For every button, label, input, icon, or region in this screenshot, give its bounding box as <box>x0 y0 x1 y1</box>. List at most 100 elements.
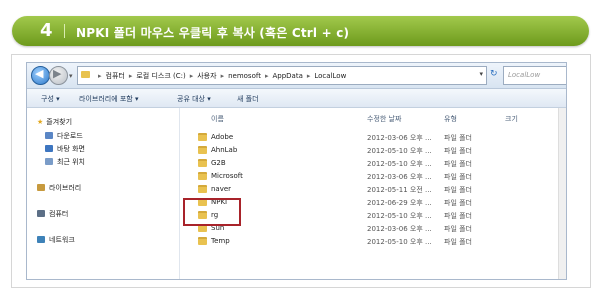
navigation-pane: ★ 즐겨찾기 다운로드 바탕 화면 최근 위치 라이브러리 컴퓨터 네트워크 <box>27 108 180 279</box>
breadcrumb-item[interactable]: 컴퓨터 <box>106 72 125 80</box>
file-date: 2012-03-06 오후 ... <box>367 173 432 181</box>
nav-label: 라이브러리 <box>49 184 82 192</box>
file-row[interactable]: Temp 2012-05-10 오후 ... 파일 폴더 <box>180 235 566 248</box>
nav-downloads[interactable]: 다운로드 <box>45 131 83 141</box>
address-field[interactable]: ▸ 컴퓨터 ▸ 로컬 디스크 (C:) ▸ 사용자 ▸ nemosoft ▸ AppData ▸ Lo… <box>77 66 487 85</box>
folder-icon <box>198 172 207 180</box>
file-type: 파일 폴더 <box>444 147 472 155</box>
file-row[interactable]: G2B 2012-05-10 오후 ... 파일 폴더 <box>180 157 566 170</box>
address-bar: ◀ ▶ ▾ ▸ 컴퓨터 ▸ 로컬 디스크 (C:) ▸ 사용자 ▸ nemosoft ▸ AppD… <box>27 63 566 89</box>
step-title: NPKI 폴더 마우스 우클릭 후 복사 (혹은 Ctrl + c) <box>76 26 350 40</box>
file-type: 파일 폴더 <box>444 186 472 194</box>
include-in-library-button[interactable]: 라이브러리에 포함 ▾ <box>79 94 138 104</box>
command-bar: 구성 ▾ 라이브러리에 포함 ▾ 공유 대상 ▾ 새 폴더 <box>27 89 566 108</box>
file-date: 2012-05-10 오후 ... <box>367 147 432 155</box>
nav-libraries[interactable]: 라이브러리 <box>37 183 81 193</box>
file-name: Microsoft <box>211 172 243 180</box>
file-list: 이름 수정한 날짜 유형 크기 Adobe 2012-03-06 오후 ... … <box>180 108 566 279</box>
breadcrumb-item[interactable]: AppData <box>272 72 302 80</box>
breadcrumb-item[interactable]: nemosoft <box>228 72 261 80</box>
step-number: 4 <box>40 20 53 41</box>
folder-icon <box>198 159 207 167</box>
chevron-icon: ▸ <box>220 72 225 80</box>
file-date: 2012-03-06 오후 ... <box>367 225 432 233</box>
breadcrumb-item[interactable]: 사용자 <box>197 72 216 80</box>
file-type: 파일 폴더 <box>444 212 472 220</box>
folder-icon <box>198 237 207 245</box>
nav-label: 네트워크 <box>49 236 75 244</box>
file-type: 파일 폴더 <box>444 225 472 233</box>
folder-icon <box>198 185 207 193</box>
column-header-type[interactable]: 유형 <box>444 114 457 124</box>
nav-computer[interactable]: 컴퓨터 <box>37 209 68 219</box>
nav-label: 즐겨찾기 <box>46 118 73 126</box>
folder-icon <box>198 133 207 141</box>
file-name: AhnLab <box>211 146 238 154</box>
file-name: Temp <box>211 237 230 245</box>
file-type: 파일 폴더 <box>444 134 472 142</box>
file-date: 2012-05-10 오후 ... <box>367 212 432 220</box>
chevron-icon: ▸ <box>128 72 133 80</box>
address-dropdown-icon[interactable]: ▾ <box>479 70 483 78</box>
folder-icon <box>198 146 207 154</box>
file-name: G2B <box>211 159 226 167</box>
nav-recent-places[interactable]: 최근 위치 <box>45 157 85 167</box>
new-folder-button[interactable]: 새 폴더 <box>237 94 259 104</box>
column-header-name[interactable]: 이름 <box>211 114 224 124</box>
file-date: 2012-03-06 오후 ... <box>367 134 432 142</box>
file-row[interactable]: Adobe 2012-03-06 오후 ... 파일 폴더 <box>180 131 566 144</box>
breadcrumb-item[interactable]: LocalLow <box>314 72 346 80</box>
recent-pages-dropdown[interactable]: ▾ <box>69 72 73 80</box>
file-type: 파일 폴더 <box>444 173 472 181</box>
column-header-size[interactable]: 크기 <box>505 114 518 124</box>
file-name: naver <box>211 185 232 193</box>
refresh-icon[interactable]: ↻ <box>490 69 498 79</box>
nav-label: 다운로드 <box>57 132 83 140</box>
recent-places-icon <box>45 158 53 165</box>
file-date: 2012-06-29 오후 ... <box>367 199 432 207</box>
library-icon <box>37 184 45 191</box>
file-type: 파일 폴더 <box>444 160 472 168</box>
downloads-icon <box>45 132 53 139</box>
nav-label: 최근 위치 <box>57 158 85 166</box>
back-arrow-icon: ◀ <box>35 67 44 80</box>
nav-network[interactable]: 네트워크 <box>37 235 75 245</box>
folder-icon <box>81 71 90 78</box>
chevron-icon: ▸ <box>264 72 269 80</box>
network-icon <box>37 236 45 243</box>
nav-label: 컴퓨터 <box>49 210 69 218</box>
file-type: 파일 폴더 <box>444 199 472 207</box>
desktop-icon <box>45 145 53 152</box>
file-row[interactable]: AhnLab 2012-05-10 오후 ... 파일 폴더 <box>180 144 566 157</box>
share-with-button[interactable]: 공유 대상 ▾ <box>177 94 211 104</box>
explorer-window: ◀ ▶ ▾ ▸ 컴퓨터 ▸ 로컬 디스크 (C:) ▸ 사용자 ▸ nemosoft ▸ AppD… <box>26 62 567 280</box>
vertical-scrollbar[interactable] <box>558 108 566 279</box>
file-date: 2012-05-11 오전 ... <box>367 186 432 194</box>
back-button[interactable]: ◀ <box>31 66 50 85</box>
computer-icon <box>37 210 45 217</box>
file-type: 파일 폴더 <box>444 238 472 246</box>
file-date: 2012-05-10 오후 ... <box>367 238 432 246</box>
search-placeholder: LocalLow <box>508 71 541 79</box>
npki-highlight-box <box>183 198 241 226</box>
file-name: Adobe <box>211 133 234 141</box>
chevron-icon: ▸ <box>98 72 102 80</box>
file-row[interactable]: Microsoft 2012-03-06 오후 ... 파일 폴더 <box>180 170 566 183</box>
breadcrumb: ▸ 컴퓨터 ▸ 로컬 디스크 (C:) ▸ 사용자 ▸ nemosoft ▸ AppData ▸ Lo… <box>94 71 346 81</box>
nav-label: 바탕 화면 <box>57 145 85 153</box>
screenshot-frame: ◀ ▶ ▾ ▸ 컴퓨터 ▸ 로컬 디스크 (C:) ▸ 사용자 ▸ nemosoft ▸ AppD… <box>11 54 591 288</box>
step-banner: 4 NPKI 폴더 마우스 우클릭 후 복사 (혹은 Ctrl + c) <box>12 16 589 46</box>
forward-button[interactable]: ▶ <box>49 66 68 85</box>
search-input[interactable]: LocalLow <box>503 66 566 85</box>
forward-arrow-icon: ▶ <box>53 67 62 80</box>
file-row[interactable]: naver 2012-05-11 오전 ... 파일 폴더 <box>180 183 566 196</box>
file-date: 2012-05-10 오후 ... <box>367 160 432 168</box>
breadcrumb-item[interactable]: 로컬 디스크 (C:) <box>136 72 185 80</box>
nav-desktop[interactable]: 바탕 화면 <box>45 144 85 154</box>
step-divider <box>64 24 65 38</box>
organize-button[interactable]: 구성 ▾ <box>41 94 60 104</box>
chevron-icon: ▸ <box>306 72 311 80</box>
column-header-date[interactable]: 수정한 날짜 <box>367 114 401 124</box>
nav-favorites[interactable]: ★ 즐겨찾기 <box>37 117 72 127</box>
star-icon: ★ <box>37 118 44 126</box>
